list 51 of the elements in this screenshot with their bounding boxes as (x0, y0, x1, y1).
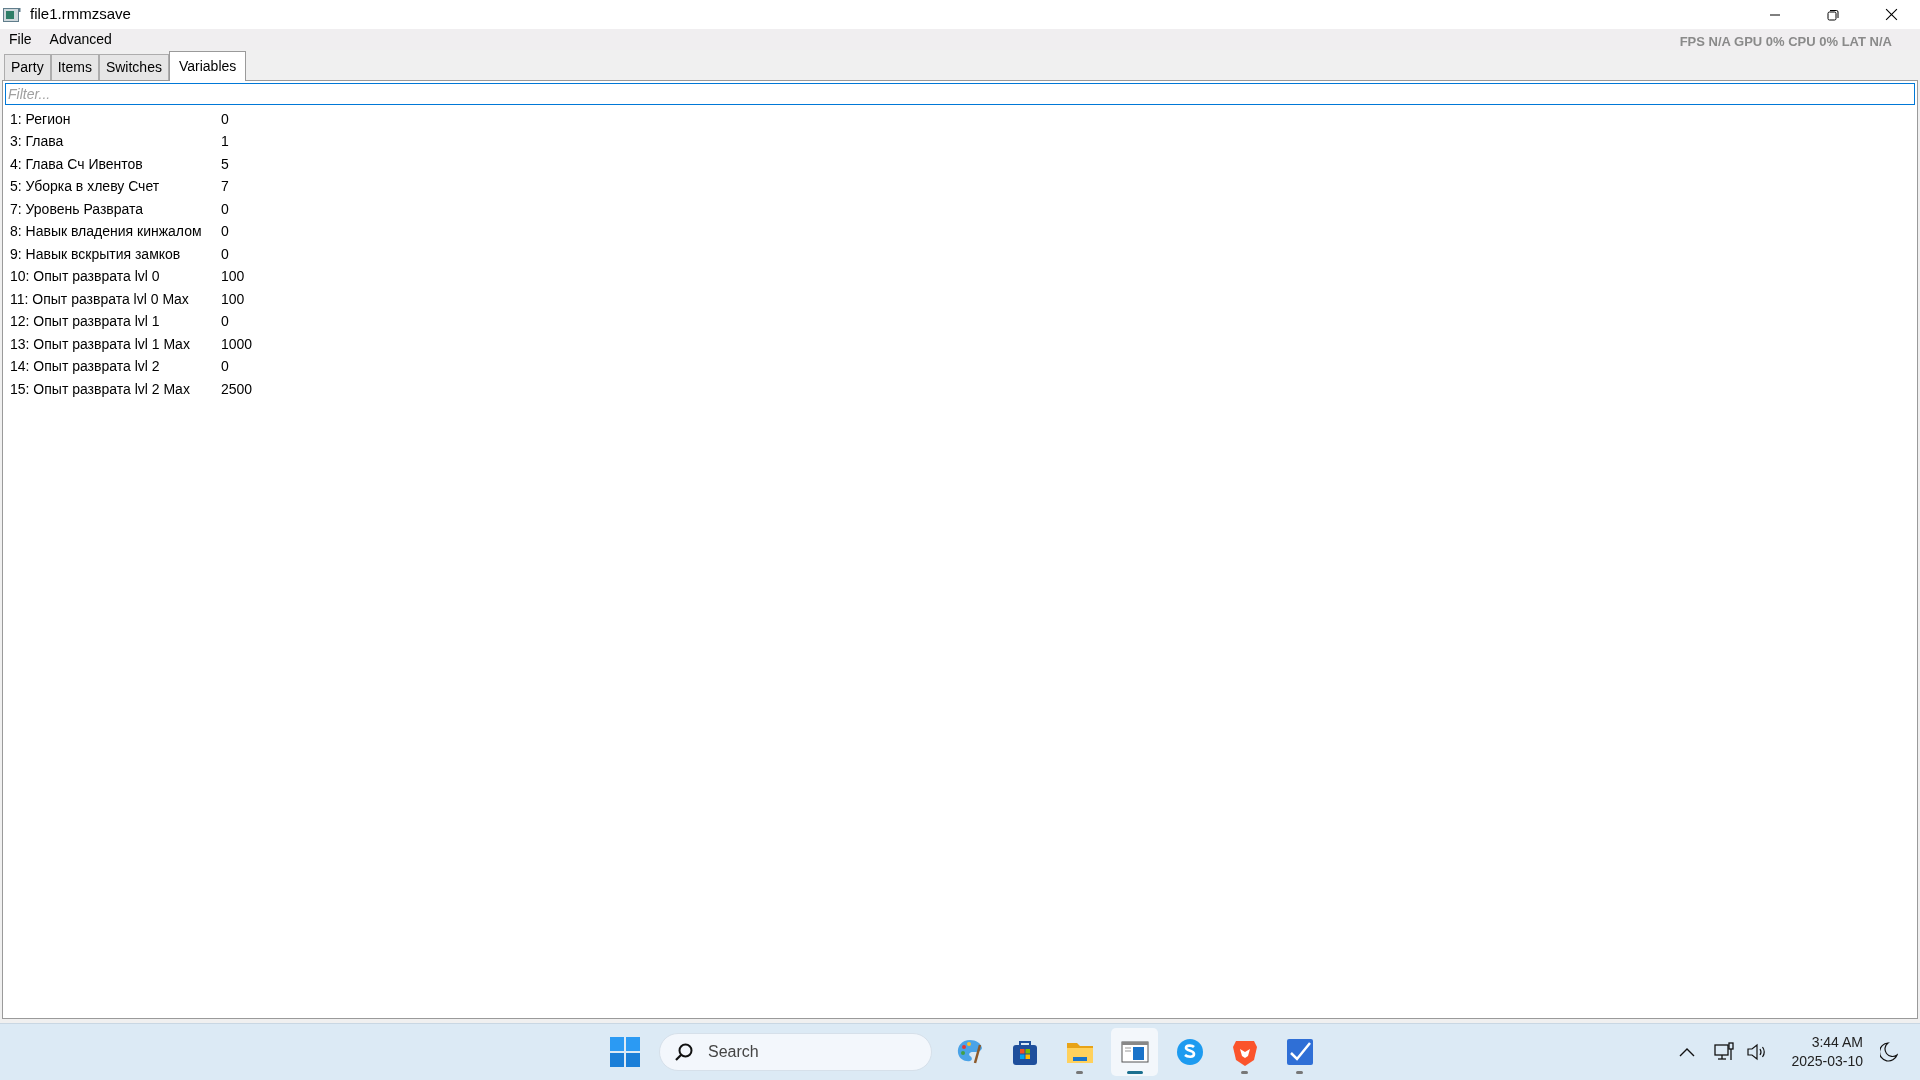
variable-name: 11: Опыт разврата lvl 0 Max (10, 289, 190, 309)
clock-time[interactable]: 3:44 AM (1811, 1033, 1863, 1052)
search-placeholder: Search (708, 1042, 759, 1062)
restore-icon (1827, 8, 1839, 21)
network-icon[interactable] (1714, 1042, 1737, 1062)
start-icon[interactable] (610, 1037, 640, 1067)
window-title: file1.rmmzsave (30, 4, 131, 25)
tab[interactable]: Items (50, 54, 99, 80)
clock-date[interactable]: 2025-03-10 (1791, 1052, 1863, 1071)
variable-name: 4: Глава Сч Ивентов (10, 154, 144, 174)
variable-value: 100 (221, 289, 245, 309)
speaker-icon[interactable] (1747, 1043, 1768, 1061)
menu-item[interactable]: Advanced (40, 29, 121, 50)
variable-value: 1 (221, 132, 229, 152)
variable-name: 14: Опыт разврата lvl 2 (10, 357, 161, 377)
variable-value: 100 (221, 267, 245, 287)
variable-value: 0 (221, 222, 229, 242)
variable-value: 0 (221, 109, 229, 129)
variable-name: 15: Опыт разврата lvl 2 Max (10, 379, 191, 399)
close-icon (1884, 8, 1898, 21)
search-icon (674, 1042, 694, 1062)
variable-value: 0 (221, 199, 229, 219)
tab[interactable]: Switches (98, 54, 169, 80)
tab[interactable]: Variables (168, 51, 247, 81)
variable-name: 7: Уровень Разврата (10, 199, 145, 219)
variable-name: 12: Опыт разврата lvl 1 (10, 312, 161, 332)
variable-name: 8: Навык владения кинжалом (10, 222, 203, 242)
variable-name: 9: Навык вскрытия замков (10, 244, 182, 264)
filter-field[interactable]: Filter... (5, 83, 1915, 105)
variable-name: 10: Опыт разврата lvl 0 (10, 267, 161, 287)
chevron-up-icon[interactable] (1679, 1047, 1696, 1057)
checkmark-icon (1284, 1037, 1315, 1067)
menu-item[interactable]: File (0, 29, 41, 50)
variable-value: 0 (221, 312, 229, 332)
variable-name: 3: Глава (10, 132, 65, 152)
variable-name: 5: Уборка в хлеву Счет (10, 177, 161, 197)
variable-value: 7 (221, 177, 229, 197)
variable-name: 1: Регион (10, 109, 72, 129)
taskbar-search-field[interactable]: Search (659, 1033, 932, 1071)
tab[interactable]: Party (4, 54, 51, 80)
moon-icon[interactable] (1880, 1042, 1898, 1062)
taskbar-app-window-button[interactable] (1111, 1028, 1158, 1076)
variable-value: 0 (221, 357, 229, 377)
app-icon (3, 6, 21, 23)
performance-overlay-text: FPS N/A GPU 0% CPU 0% LAT N/A (1679, 33, 1892, 51)
variable-value: 1000 (221, 334, 253, 354)
chat-s-icon (1174, 1037, 1205, 1067)
variable-value: 5 (221, 154, 229, 174)
variable-value: 2500 (221, 379, 253, 399)
variable-value: 0 (221, 244, 229, 264)
variable-name: 13: Опыт разврата lvl 1 Max (10, 334, 191, 354)
